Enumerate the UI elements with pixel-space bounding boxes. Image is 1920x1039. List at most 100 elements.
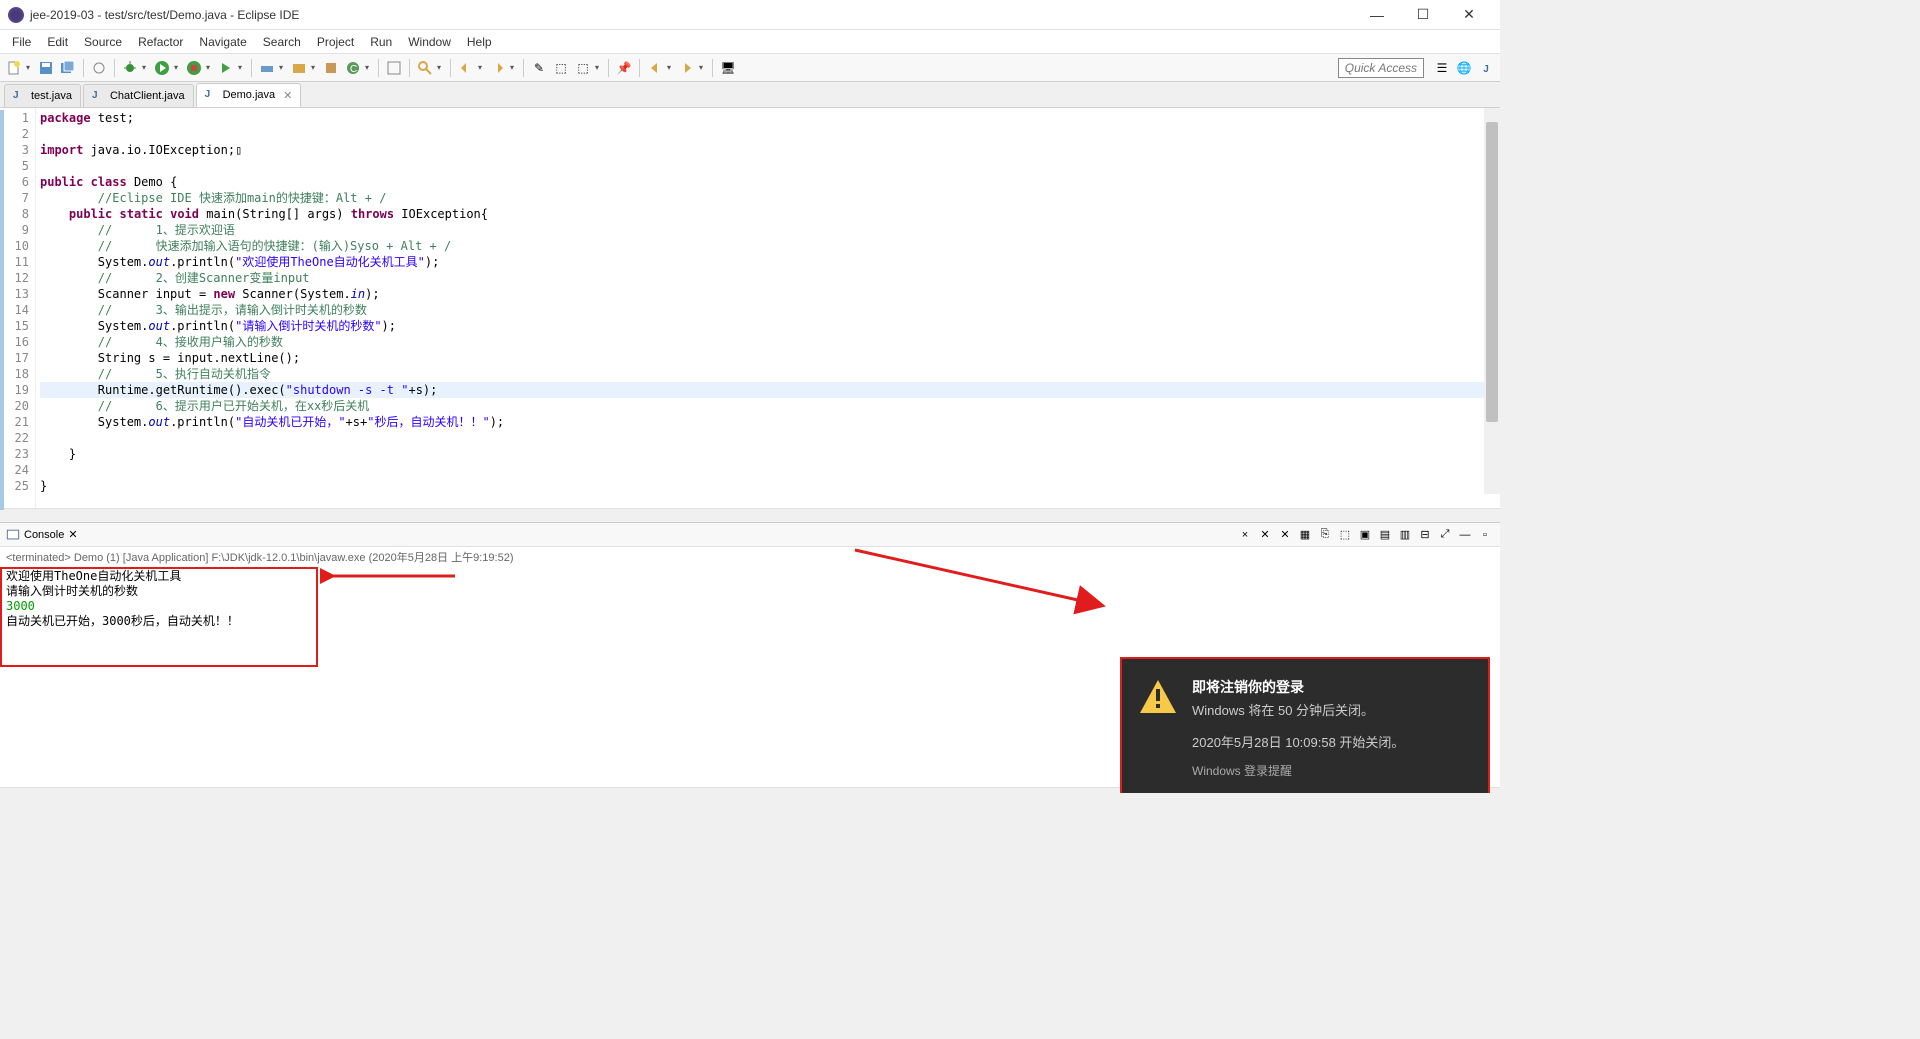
eclipse-icon xyxy=(8,7,24,23)
debug-button[interactable] xyxy=(120,58,140,78)
console-tool-button[interactable]: ▥ xyxy=(1396,526,1414,544)
run-last-button[interactable] xyxy=(216,58,236,78)
dropdown-icon[interactable]: ▾ xyxy=(238,63,246,72)
back-button[interactable] xyxy=(645,58,665,78)
new-package-button[interactable] xyxy=(321,58,341,78)
annotation-next-button[interactable] xyxy=(488,58,508,78)
console-tool-button[interactable]: × xyxy=(1236,526,1254,544)
new-button[interactable] xyxy=(4,58,24,78)
warning-icon xyxy=(1138,677,1178,717)
annotation-prev-button[interactable] xyxy=(456,58,476,78)
svg-text:C: C xyxy=(350,64,357,75)
console-tool-button[interactable]: ✕ xyxy=(1256,526,1274,544)
console-toolbar: ×✕✕▦⎘⬚▣▤▥⊟⤢—▫ xyxy=(1236,526,1494,544)
console-title: Console xyxy=(24,529,64,541)
toolbar: ▾ ▾ ▾ ▾ ▾ ▾ ▾ C▾ ▾ ▾ ▾ ✎ ⬚ ⬚▾ 📌 ▾ ▾ 🖥 Qu… xyxy=(0,54,1500,82)
notification-line2: 2020年5月28日 10:09:58 开始关闭。 xyxy=(1192,733,1404,753)
last-edit-button[interactable]: ✎ xyxy=(529,58,549,78)
windows-notification: 即将注销你的登录 Windows 将在 50 分钟后关闭。 2020年5月28日… xyxy=(1120,657,1490,793)
tab-demo-java[interactable]: Demo.java ✕ xyxy=(196,83,302,107)
new-class-button[interactable]: C xyxy=(343,58,363,78)
console-tool-button[interactable]: ✕ xyxy=(1276,526,1294,544)
dropdown-icon[interactable]: ▾ xyxy=(142,63,150,72)
close-icon[interactable]: ✕ xyxy=(68,528,77,541)
notification-line1: Windows 将在 50 分钟后关闭。 xyxy=(1192,701,1404,721)
console-tool-button[interactable]: — xyxy=(1456,526,1474,544)
run-button[interactable] xyxy=(152,58,172,78)
tab-chatclient-java[interactable]: ChatClient.java xyxy=(83,84,194,107)
tool-btn[interactable]: ⬚ xyxy=(551,58,571,78)
console-tool-button[interactable]: ▣ xyxy=(1356,526,1374,544)
menu-source[interactable]: Source xyxy=(76,32,130,52)
quick-access-input[interactable]: Quick Access xyxy=(1338,58,1424,78)
new-project-button[interactable] xyxy=(289,58,309,78)
menu-file[interactable]: File xyxy=(4,32,39,52)
java-ee-perspective-button[interactable]: 🌐 xyxy=(1454,58,1474,78)
console-tool-button[interactable]: ⤢ xyxy=(1436,526,1454,544)
tool-btn[interactable] xyxy=(89,58,109,78)
pin-button[interactable]: 📌 xyxy=(614,58,634,78)
perspective-buttons: ☰ 🌐 xyxy=(1432,58,1496,78)
editor-tabs: test.java ChatClient.java Demo.java ✕ xyxy=(0,82,1500,108)
dropdown-icon[interactable]: ▾ xyxy=(174,63,182,72)
dropdown-icon[interactable]: ▾ xyxy=(279,63,287,72)
console-tool-button[interactable]: ▤ xyxy=(1376,526,1394,544)
tool-btn[interactable]: 🖥 xyxy=(718,58,738,78)
maximize-button[interactable]: ☐ xyxy=(1400,0,1446,30)
tab-label: test.java xyxy=(31,90,72,102)
menu-navigate[interactable]: Navigate xyxy=(191,32,254,52)
save-all-button[interactable] xyxy=(58,58,78,78)
tool-btn[interactable]: ⬚ xyxy=(573,58,593,78)
search-button[interactable] xyxy=(415,58,435,78)
notification-footer: Windows 登录提醒 xyxy=(1192,762,1404,779)
java-perspective-button[interactable] xyxy=(1476,58,1496,78)
dropdown-icon[interactable]: ▾ xyxy=(437,63,445,72)
vertical-scrollbar[interactable] xyxy=(1484,108,1500,494)
horizontal-scrollbar[interactable] xyxy=(0,508,1500,522)
java-file-icon xyxy=(92,89,106,103)
dropdown-icon[interactable]: ▾ xyxy=(26,63,34,72)
console-tool-button[interactable]: ⬚ xyxy=(1336,526,1354,544)
minimize-button[interactable]: — xyxy=(1354,0,1400,30)
close-icon[interactable]: ✕ xyxy=(283,89,292,102)
dropdown-icon[interactable]: ▾ xyxy=(667,63,675,72)
save-button[interactable] xyxy=(36,58,56,78)
dropdown-icon[interactable]: ▾ xyxy=(478,63,486,72)
console-header: Console ✕ ×✕✕▦⎘⬚▣▤▥⊟⤢—▫ xyxy=(0,523,1500,547)
tab-label: Demo.java xyxy=(223,89,276,101)
console-tool-button[interactable]: ⊟ xyxy=(1416,526,1434,544)
window-controls: — ☐ ✕ xyxy=(1354,0,1492,30)
java-file-icon xyxy=(13,89,27,103)
code-area[interactable]: package test;import java.io.IOException;… xyxy=(36,108,1500,508)
dropdown-icon[interactable]: ▾ xyxy=(510,63,518,72)
tab-label: ChatClient.java xyxy=(110,90,185,102)
menu-search[interactable]: Search xyxy=(255,32,309,52)
java-file-icon xyxy=(205,88,219,102)
open-type-button[interactable] xyxy=(384,58,404,78)
console-tool-button[interactable]: ▫ xyxy=(1476,526,1494,544)
tab-test-java[interactable]: test.java xyxy=(4,84,81,107)
open-perspective-button[interactable]: ☰ xyxy=(1432,58,1452,78)
new-server-button[interactable] xyxy=(257,58,277,78)
titlebar: jee-2019-03 - test/src/test/Demo.java - … xyxy=(0,0,1500,30)
menu-project[interactable]: Project xyxy=(309,32,362,52)
menu-refactor[interactable]: Refactor xyxy=(130,32,191,52)
dropdown-icon[interactable]: ▾ xyxy=(311,63,319,72)
console-icon xyxy=(6,528,20,542)
console-tool-button[interactable]: ▦ xyxy=(1296,526,1314,544)
dropdown-icon[interactable]: ▾ xyxy=(206,63,214,72)
close-button[interactable]: ✕ xyxy=(1446,0,1492,30)
coverage-button[interactable] xyxy=(184,58,204,78)
menu-run[interactable]: Run xyxy=(362,32,400,52)
menubar: File Edit Source Refactor Navigate Searc… xyxy=(0,30,1500,54)
dropdown-icon[interactable]: ▾ xyxy=(699,63,707,72)
forward-button[interactable] xyxy=(677,58,697,78)
menu-edit[interactable]: Edit xyxy=(39,32,76,52)
dropdown-icon[interactable]: ▾ xyxy=(365,63,373,72)
menu-help[interactable]: Help xyxy=(459,32,500,52)
console-process-info: <terminated> Demo (1) [Java Application]… xyxy=(0,547,1500,567)
console-tool-button[interactable]: ⎘ xyxy=(1316,526,1334,544)
menu-window[interactable]: Window xyxy=(400,32,459,52)
dropdown-icon[interactable]: ▾ xyxy=(595,63,603,72)
code-editor[interactable]: 1235678910111213141516171819202122232425… xyxy=(0,108,1500,508)
